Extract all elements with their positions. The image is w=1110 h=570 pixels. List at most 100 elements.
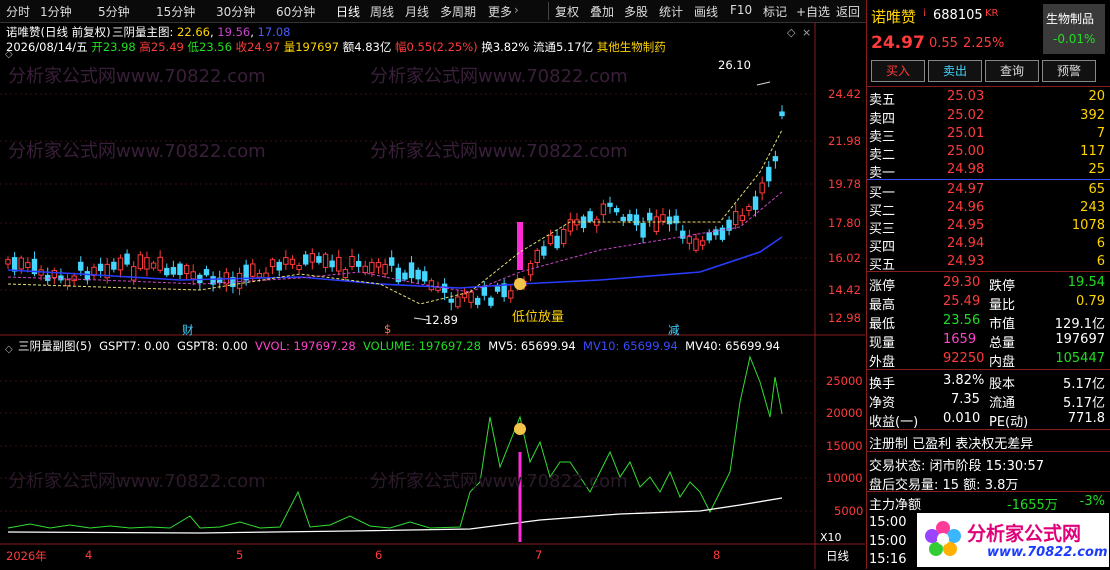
stats-button[interactable]: 统计: [659, 3, 683, 20]
candle-body: [190, 271, 196, 280]
earnings-marker[interactable]: 财: [182, 322, 194, 338]
candle-body: [474, 297, 481, 305]
period-tab-daily[interactable]: 日线: [336, 3, 360, 20]
candle-body: [607, 202, 613, 207]
main-indicator-name[interactable]: 三阴量主图: 22.66, 19.56, 17.08: [112, 24, 290, 40]
sector-box[interactable]: 生物制品 -0.01%: [1043, 4, 1105, 54]
candle-body: [415, 269, 421, 280]
price-tick: 16.02: [828, 251, 861, 265]
period-tab-5min[interactable]: 5分钟: [98, 3, 130, 20]
candle-body: [680, 230, 686, 239]
period-tab-multi[interactable]: 多周期: [440, 3, 476, 20]
volume-tick: 20000: [826, 406, 863, 420]
candle-body: [296, 265, 302, 271]
period-tab-weekly[interactable]: 周线: [370, 3, 394, 20]
candle-body: [236, 272, 243, 289]
ask-row[interactable]: 卖二 25.00 117: [867, 142, 1110, 163]
bid-row[interactable]: 买二 24.96 243: [867, 198, 1110, 219]
candle-body: [382, 263, 388, 275]
candle-body: [746, 206, 752, 211]
dividend-marker[interactable]: $: [384, 322, 391, 336]
ask-row[interactable]: 卖五 25.03 20: [867, 87, 1110, 108]
quote-panel: 诺唯赞 i 688105 KR 生物制品 -0.01% 24.97 0.55 2…: [866, 0, 1110, 569]
candle-body: [455, 296, 461, 308]
candle-body: [567, 219, 574, 232]
overlay-button[interactable]: 叠加: [590, 3, 614, 20]
f10-button[interactable]: F10: [730, 3, 752, 17]
watermark: 分析家公式网www.70822.com: [370, 66, 628, 87]
date-tick: 6: [375, 548, 383, 562]
candle-body: [11, 257, 18, 272]
price-tick: 19.78: [828, 177, 861, 191]
stat-row: 收益(一) 0.010 PE(动) 771.8: [869, 411, 1105, 430]
back-button[interactable]: 返回: [836, 3, 860, 20]
candle-body: [144, 257, 150, 270]
multi-stock-button[interactable]: 多股: [624, 3, 648, 20]
logo-url: www.70822.com: [987, 545, 1108, 560]
price-tick: 17.80: [828, 216, 861, 230]
candle-body: [256, 273, 263, 278]
ask-row[interactable]: 卖四 25.02 392: [867, 106, 1110, 127]
period-label[interactable]: 日线: [826, 548, 849, 564]
buy-button[interactable]: 买入: [871, 60, 925, 82]
candle-body: [276, 261, 282, 271]
ask-row[interactable]: 卖三 25.01 7: [867, 124, 1110, 145]
candle-body: [640, 222, 646, 238]
candle-body: [600, 203, 607, 216]
period-tab-30min[interactable]: 30分钟: [216, 3, 255, 20]
price-tick: 12.98: [828, 311, 861, 325]
mark-button[interactable]: 标记: [763, 3, 787, 20]
ask-row[interactable]: 卖一 24.98 25: [867, 160, 1110, 181]
period-tab-15min[interactable]: 15分钟: [156, 3, 195, 20]
candle-body: [316, 256, 322, 263]
add-watchlist-button[interactable]: +自选: [796, 3, 830, 20]
signal-label: 低位放量: [512, 310, 565, 325]
reduce-holding-marker[interactable]: 减: [668, 322, 680, 338]
high-price-marker: 26.10: [718, 58, 751, 72]
sub-indicator-legend[interactable]: 三阴量副图(5) GSPT7: 0.00 GSPT8: 0.00 VVOL: 1…: [18, 338, 780, 354]
stat-row: 换手 3.82% 股本 5.17亿: [869, 373, 1105, 392]
period-tab-monthly[interactable]: 月线: [405, 3, 429, 20]
candle-body: [355, 260, 362, 267]
candle-body: [64, 279, 71, 287]
candle-body: [554, 235, 560, 249]
candle-body: [653, 216, 660, 232]
period-tab-more[interactable]: 更多: [488, 3, 512, 20]
after-hours-trade: 盘后交易量: 15 额: 3.8万: [869, 478, 1019, 493]
bid-row[interactable]: 买五 24.93 6: [867, 252, 1110, 273]
chart-area[interactable]: ◇ × ◇ ◇ 分析家公式网www.70822.com 分析家公式网www.70…: [0, 22, 865, 569]
chevron-right-icon[interactable]: ›: [514, 3, 519, 17]
draw-line-button[interactable]: 画线: [694, 3, 718, 20]
bid-row[interactable]: 买三 24.95 1078: [867, 216, 1110, 237]
candle-body: [302, 254, 309, 265]
period-tab-1min[interactable]: 1分钟: [40, 3, 72, 20]
flower-logo-icon: [925, 521, 961, 556]
sell-button[interactable]: 卖出: [928, 60, 982, 82]
trade-status: 交易状态: 闭市阶段 15:30:57: [869, 459, 1045, 474]
candle-body: [587, 211, 593, 222]
info-icon[interactable]: i: [923, 8, 926, 19]
candle-body: [428, 280, 435, 291]
candle-body: [18, 257, 24, 270]
date-tick: 5: [236, 548, 244, 562]
candle-body: [534, 249, 540, 263]
stock-name: 诺唯赞: [871, 8, 917, 26]
query-button[interactable]: 查询: [985, 60, 1039, 82]
period-tab-60min[interactable]: 60分钟: [276, 3, 315, 20]
period-tab-fenshi[interactable]: 分时: [6, 3, 30, 20]
stat-row: 最低 23.56 市值 129.1亿: [869, 313, 1105, 332]
candle-body: [289, 258, 296, 265]
candle-body: [633, 214, 640, 226]
alert-button[interactable]: 预警: [1042, 60, 1096, 82]
candle-body: [666, 216, 673, 225]
price-change: 0.55: [929, 36, 958, 51]
bid-row[interactable]: 买四 24.94 6: [867, 234, 1110, 255]
candle-body: [508, 290, 514, 299]
adjust-button[interactable]: 复权: [555, 3, 579, 20]
candle-body: [706, 232, 712, 241]
bid-row[interactable]: 买一 24.97 65: [867, 180, 1110, 201]
candle-body: [699, 240, 706, 246]
candle-body: [84, 271, 91, 281]
candle-body: [177, 263, 183, 276]
candle-body: [97, 263, 104, 272]
